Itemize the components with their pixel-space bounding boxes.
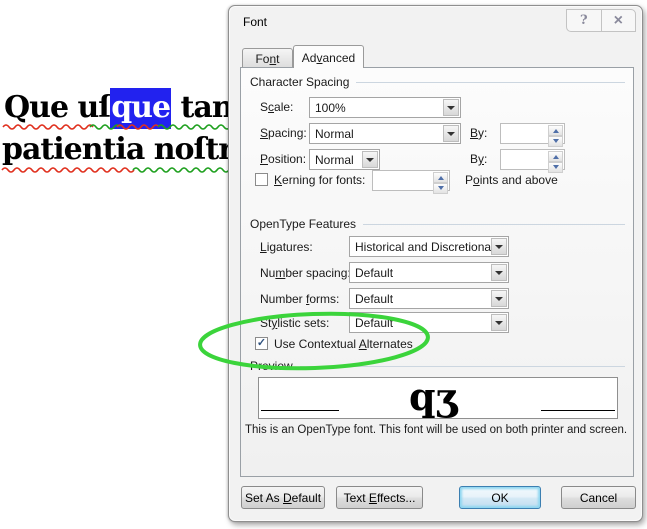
arrow-up-icon [438, 173, 444, 180]
character-spacing-header: Character Spacing [250, 75, 625, 89]
position-dropdown-arrow[interactable] [362, 151, 378, 168]
chevron-down-icon [495, 321, 503, 329]
arrow-down-icon [553, 139, 559, 146]
check-icon: ✓ [257, 337, 266, 349]
spacing-by-label: By: [470, 126, 487, 140]
chevron-down-icon [366, 158, 374, 166]
tab-advanced[interactable]: Advanced [293, 45, 364, 68]
close-button[interactable]: × [601, 10, 636, 31]
titlebar-buttons: ? × [566, 9, 636, 32]
preview-caption: This is an OpenType font. This font will… [245, 424, 627, 436]
position-by-spinner[interactable] [500, 149, 565, 170]
preview-ligature-glyph: qʒ [409, 374, 457, 419]
number-spacing-dropdown-arrow[interactable] [491, 264, 507, 281]
spellcheck-squiggles [0, 0, 228, 529]
scale-dropdown[interactable]: 100% [309, 97, 461, 118]
arrow-down-icon [553, 165, 559, 172]
doc-line1-text: Que uſ [4, 90, 110, 125]
spacing-label: Spacing: [260, 126, 307, 140]
ok-button[interactable]: OK [459, 486, 541, 509]
stylistic-sets-dropdown-arrow[interactable] [491, 314, 507, 331]
chevron-down-icon [495, 271, 503, 279]
set-as-default-button[interactable]: Set As Default [241, 486, 325, 509]
header-rule [363, 224, 625, 225]
doc-line1-tail: tand [171, 90, 228, 125]
spinner-up-button[interactable] [548, 125, 563, 136]
arrow-down-icon [438, 186, 444, 193]
scale-label: Scale: [260, 100, 293, 114]
header-rule [300, 366, 625, 367]
help-button[interactable]: ? [567, 10, 601, 31]
spinner-up-button[interactable] [548, 151, 563, 162]
scale-dropdown-arrow[interactable] [443, 99, 459, 116]
kerning-checkbox[interactable] [255, 173, 268, 186]
doc-line2-text: patientia noſtra [2, 132, 228, 167]
ligatures-dropdown[interactable]: Historical and Discretionary [349, 236, 509, 257]
header-rule [356, 82, 625, 83]
number-forms-dropdown-arrow[interactable] [491, 290, 507, 307]
position-by-label: By: [470, 152, 487, 166]
ligatures-label: Ligatures: [260, 240, 313, 254]
advanced-tab-page: Character Spacing Scale: 100% Spacing: N… [240, 67, 634, 477]
use-contextual-alternates-checkbox[interactable]: ✓ [255, 337, 268, 350]
cancel-button[interactable]: Cancel [561, 486, 636, 509]
preview-header: Preview [250, 359, 625, 373]
close-icon: × [614, 13, 623, 29]
preview-rule-right [541, 410, 615, 411]
ligatures-dropdown-arrow[interactable] [491, 238, 507, 255]
document-line-2[interactable]: patientia noſtra [2, 132, 228, 167]
preview-box: qʒ [258, 377, 618, 419]
stylistic-sets-label: Stylistic sets: [260, 316, 329, 330]
spacing-by-spinner[interactable] [500, 123, 565, 144]
use-contextual-alternates-label[interactable]: Use Contextual Alternates [274, 337, 413, 351]
tab-font[interactable]: Font [242, 48, 293, 68]
chevron-down-icon [447, 132, 455, 140]
document-line-1[interactable]: Que uſque tand [4, 90, 228, 125]
number-spacing-dropdown[interactable]: Default [349, 262, 509, 283]
arrow-up-icon [553, 126, 559, 133]
number-forms-dropdown[interactable]: Default [349, 288, 509, 309]
dialog-title: Font [243, 15, 267, 29]
screenshot-canvas: Que uſque tand patientia noſtra Font ? ×… [0, 0, 647, 529]
stylistic-sets-dropdown[interactable]: Default [349, 312, 509, 333]
chevron-down-icon [495, 245, 503, 253]
spacing-dropdown-arrow[interactable] [443, 125, 459, 142]
font-dialog: Font ? × Font Advanced Character Spacing… [228, 5, 643, 522]
points-and-above-label: Points and above [465, 173, 558, 187]
number-forms-label: Number forms: [260, 292, 339, 306]
chevron-down-icon [495, 297, 503, 305]
spacing-dropdown[interactable]: Normal [309, 123, 461, 144]
opentype-features-header: OpenType Features [250, 217, 625, 231]
spinner-down-button[interactable] [548, 136, 563, 147]
help-icon: ? [580, 13, 588, 28]
arrow-up-icon [553, 152, 559, 159]
kerning-points-spinner[interactable] [372, 170, 450, 191]
number-spacing-label: Number spacing: [260, 266, 351, 280]
spinner-buttons [433, 172, 448, 189]
spinner-up-button[interactable] [433, 172, 448, 183]
spinner-down-button[interactable] [548, 162, 563, 173]
position-label: Position: [260, 152, 306, 166]
chevron-down-icon [447, 106, 455, 114]
spinner-buttons [548, 125, 563, 142]
kerning-label[interactable]: Kerning for fonts: [274, 173, 365, 187]
position-dropdown[interactable]: Normal [309, 149, 380, 170]
spinner-buttons [548, 151, 563, 168]
document-area[interactable]: Que uſque tand patientia noſtra [0, 0, 228, 529]
selected-text[interactable]: que [110, 88, 171, 129]
spinner-down-button[interactable] [433, 183, 448, 194]
preview-rule-left [261, 410, 339, 411]
text-effects-button[interactable]: Text Effects... [336, 486, 423, 509]
